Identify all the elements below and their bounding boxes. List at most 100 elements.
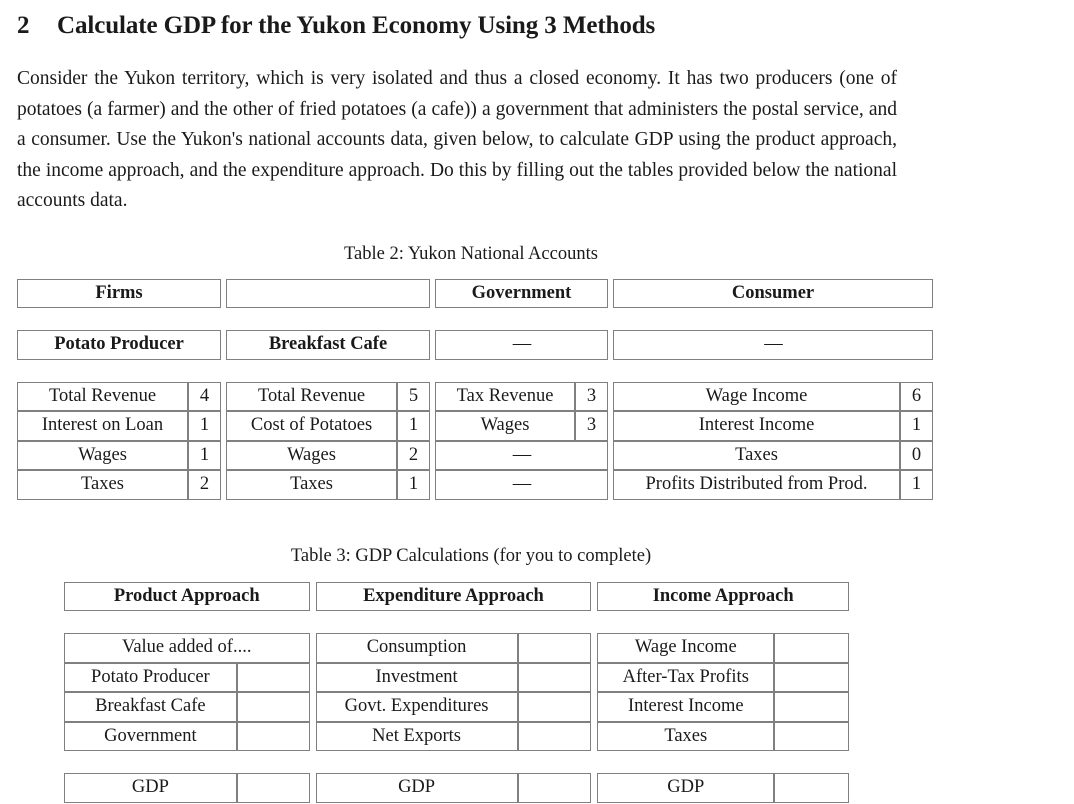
income-value-input[interactable] (774, 721, 849, 751)
consumer-value: 6 (900, 381, 934, 411)
cafe-value: 1 (397, 470, 431, 500)
cafe-value: 1 (397, 411, 431, 441)
table3-total-row: GDP GDP GDP (64, 773, 849, 803)
table-spacer-row (64, 751, 849, 773)
cafe-label: Cost of Potatoes (226, 411, 398, 441)
potato-label: Wages (17, 440, 188, 470)
income-gdp-input[interactable] (774, 773, 849, 803)
consumer-label: Wage Income (613, 381, 901, 411)
header-expenditure-approach: Expenditure Approach (315, 581, 592, 611)
govt-label: — (435, 470, 609, 500)
consumer-label: Taxes (613, 440, 901, 470)
table-sub-header-row: Potato Producer Breakfast Cafe — — (17, 330, 934, 360)
product-value-input[interactable] (236, 721, 310, 751)
potato-value: 1 (188, 411, 222, 441)
table-row: Government Net Exports Taxes (64, 721, 849, 751)
potato-label: Total Revenue (17, 381, 188, 411)
product-label: Government (64, 721, 237, 751)
sub-header-breakfast-cafe: Breakfast Cafe (226, 330, 431, 360)
expenditure-value-input[interactable] (517, 633, 592, 663)
spacer (17, 308, 934, 330)
cafe-label: Taxes (226, 470, 398, 500)
table-row: Taxes 2 Taxes 1 — Profits Distributed fr… (17, 470, 934, 500)
income-value-input[interactable] (774, 692, 849, 722)
income-value-input[interactable] (774, 633, 849, 663)
income-gdp-label: GDP (597, 773, 775, 803)
income-label: Taxes (597, 721, 775, 751)
expenditure-gdp-label: GDP (315, 773, 518, 803)
income-value-input[interactable] (774, 662, 849, 692)
spacer (17, 359, 934, 382)
product-value-input[interactable] (236, 662, 310, 692)
intro-paragraph: Consider the Yukon territory, which is v… (17, 68, 897, 211)
table3-caption: Table 3: GDP Calculations (for you to co… (290, 545, 652, 566)
govt-value: 3 (575, 381, 609, 411)
group-header-firms: Firms (17, 278, 222, 308)
product-label: Potato Producer (64, 662, 237, 692)
cafe-value: 5 (397, 381, 431, 411)
income-label: After-Tax Profits (597, 662, 775, 692)
table-spacer-row (17, 308, 934, 330)
potato-label: Taxes (17, 470, 188, 500)
potato-value: 4 (188, 381, 222, 411)
govt-label: — (435, 440, 609, 470)
table-row: Total Revenue 4 Total Revenue 5 Tax Reve… (17, 381, 934, 411)
table-row: Value added of.... Consumption Wage Inco… (64, 633, 849, 663)
table-row: Potato Producer Investment After-Tax Pro… (64, 662, 849, 692)
product-label: Breakfast Cafe (64, 692, 237, 722)
group-header-consumer: Consumer (613, 278, 934, 308)
income-label: Interest Income (597, 692, 775, 722)
consumer-value: 1 (900, 411, 934, 441)
table-spacer-row (64, 611, 849, 633)
consumer-label: Profits Distributed from Prod. (613, 470, 901, 500)
sub-header-potato-producer: Potato Producer (17, 330, 222, 360)
header-product-approach: Product Approach (64, 581, 310, 611)
govt-label: Tax Revenue (435, 381, 576, 411)
govt-value: 3 (575, 411, 609, 441)
product-value-input[interactable] (236, 692, 310, 722)
sub-header-government-dash: — (435, 330, 609, 360)
cafe-label: Wages (226, 440, 398, 470)
table-row: Wages 1 Wages 2 — Taxes 0 (17, 440, 934, 470)
section-title: Calculate GDP for the Yukon Economy Usin… (57, 12, 656, 39)
product-gdp-label: GDP (64, 773, 237, 803)
spacer (64, 751, 849, 773)
table3-header-row: Product Approach Expenditure Approach In… (64, 581, 849, 611)
table2-container: Firms Government Consumer Potato Produce… (17, 278, 1057, 500)
product-gdp-input[interactable] (236, 773, 310, 803)
expenditure-label: Govt. Expenditures (315, 692, 518, 722)
expenditure-label: Consumption (315, 633, 518, 663)
section-heading: 2 Calculate GDP for the Yukon Economy Us… (17, 12, 1057, 40)
govt-label: Wages (435, 411, 576, 441)
potato-value: 1 (188, 440, 222, 470)
yukon-national-accounts-table: Firms Government Consumer Potato Produce… (17, 278, 934, 500)
expenditure-value-input[interactable] (517, 692, 592, 722)
expenditure-value-input[interactable] (517, 662, 592, 692)
consumer-value: 1 (900, 470, 934, 500)
table2-caption: Table 2: Yukon National Accounts (344, 243, 598, 264)
expenditure-label: Investment (315, 662, 518, 692)
potato-label: Interest on Loan (17, 411, 188, 441)
section-number: 2 (17, 12, 30, 39)
table-row: Interest on Loan 1 Cost of Potatoes 1 Wa… (17, 411, 934, 441)
gdp-calculations-table: Product Approach Expenditure Approach In… (64, 581, 849, 803)
cafe-label: Total Revenue (226, 381, 398, 411)
consumer-value: 0 (900, 440, 934, 470)
table-group-header-row: Firms Government Consumer (17, 278, 934, 308)
income-label: Wage Income (597, 633, 775, 663)
table-row: Breakfast Cafe Govt. Expenditures Intere… (64, 692, 849, 722)
expenditure-gdp-input[interactable] (517, 773, 592, 803)
cafe-value: 2 (397, 440, 431, 470)
expenditure-label: Net Exports (315, 721, 518, 751)
group-header-firms-cont (226, 278, 431, 308)
potato-value: 2 (188, 470, 222, 500)
table-spacer-row (17, 359, 934, 382)
table3-container: Product Approach Expenditure Approach In… (17, 581, 1057, 803)
product-label: Value added of.... (64, 633, 310, 663)
sub-header-consumer-dash: — (613, 330, 934, 360)
header-income-approach: Income Approach (597, 581, 849, 611)
spacer (64, 611, 849, 633)
group-header-government: Government (435, 278, 609, 308)
expenditure-value-input[interactable] (517, 721, 592, 751)
document-page: 2 Calculate GDP for the Yukon Economy Us… (0, 0, 1074, 804)
